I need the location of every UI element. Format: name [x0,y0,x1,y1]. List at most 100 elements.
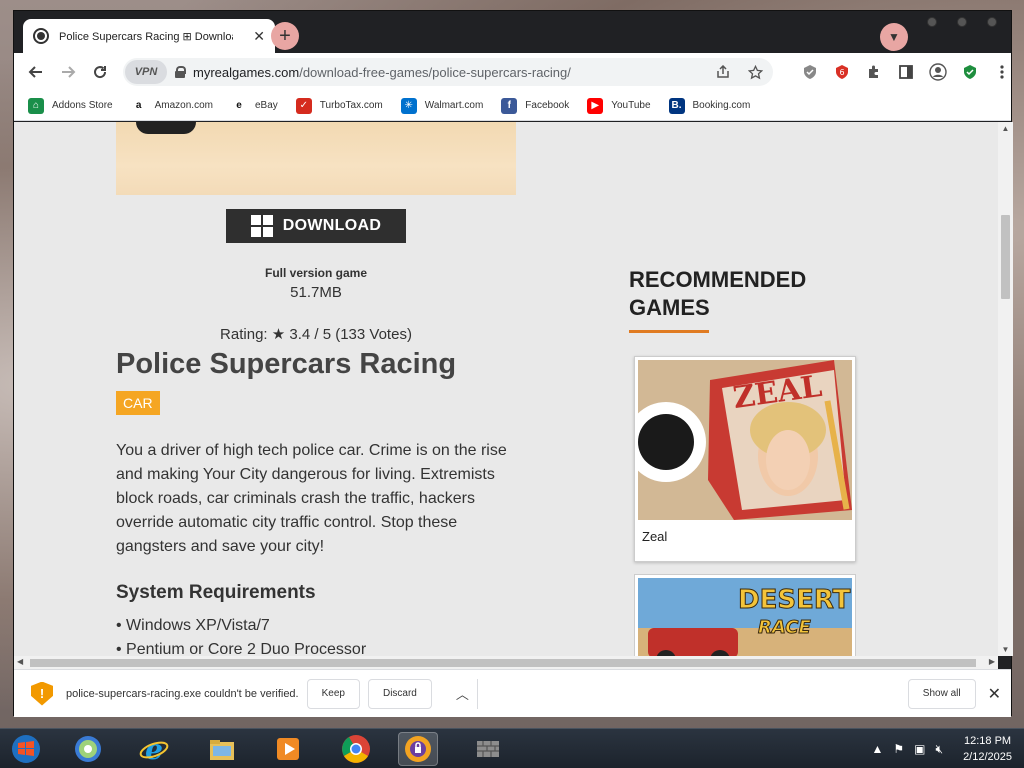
bookmark-label: Amazon.com [154,100,213,111]
reload-button[interactable] [84,56,116,88]
clock[interactable]: 12:18 PM 2/12/2025 [963,733,1012,765]
game-description: You a driver of high tech police car. Cr… [116,442,507,555]
media-center-icon[interactable] [268,732,308,766]
bookmark-label: Walmart.com [424,100,484,111]
recommended-game-name[interactable]: Zeal [642,529,667,544]
addons-icon: ⌂ [28,97,44,114]
side-panel-icon[interactable] [890,56,922,88]
keep-button[interactable]: Keep [306,678,360,709]
url-text[interactable]: myrealgames.com/download-free-games/poli… [193,65,571,80]
show-hidden-icons-icon[interactable]: ▲ [872,742,884,756]
amazon-icon: a [130,97,147,114]
desert-race-thumbnail[interactable]: DESERT RACE [638,578,852,656]
extension-shield-gray-icon[interactable] [794,56,826,88]
discard-button[interactable]: Discard [367,678,432,709]
new-tab-button[interactable]: + [271,22,299,50]
browser-menu-icon[interactable] [986,56,1018,88]
tab-close-icon[interactable]: ✕ [253,28,265,45]
network-icon[interactable]: ▣ [914,742,925,756]
forward-button[interactable] [52,56,84,88]
extension-badge-red-icon[interactable]: 6 [826,56,858,88]
horizontal-scrollbar[interactable]: ◀ ▶ [14,656,998,669]
bookmark-booking[interactable]: B. Booking.com [668,97,750,114]
bookmark-label: YouTube [611,100,651,111]
walmart-icon: ✳ [400,97,417,114]
vertical-scrollbar[interactable]: ▲ ▼ [998,122,1013,656]
system-requirements-list: • Windows XP/Vista/7 • Pentium or Core 2… [116,614,366,656]
profile-avatar-icon[interactable] [922,56,954,88]
share-icon[interactable] [709,56,737,88]
bookmark-addons[interactable]: ⌂ Addons Store [28,97,113,114]
file-size: 51.7MB [290,284,342,301]
download-button[interactable]: DOWNLOAD [226,209,406,243]
internet-explorer-icon[interactable]: e [134,732,174,766]
clock-date: 2/12/2025 [963,751,1012,763]
tab-title: Police Supercars Racing ⊞ Download Fre [59,30,233,43]
rating-text: Rating: ★ 3.4 / 5 (133 Votes) [220,326,412,343]
scroll-right-arrow-icon[interactable]: ▶ [989,657,995,666]
tab-search-button[interactable]: ▼ [880,23,908,51]
extensions-puzzle-icon[interactable] [858,56,890,88]
close-window-button[interactable] [987,17,997,27]
scroll-left-arrow-icon[interactable]: ◀ [17,657,23,666]
warning-shield-icon: ! [31,681,53,706]
system-requirements-heading: System Requirements [116,582,316,603]
youtube-icon: ▶ [587,97,604,114]
minimize-button[interactable] [927,17,937,27]
back-button[interactable] [20,56,52,88]
svg-text:6: 6 [839,68,844,77]
scroll-up-arrow-icon[interactable]: ▲ [998,124,1013,133]
download-label: DOWNLOAD [282,217,382,234]
sysreq-item: • Windows XP/Vista/7 [116,617,270,634]
lock-icon[interactable] [175,66,186,78]
start-button[interactable] [6,732,46,766]
sysreq-item: • Pentium or Core 2 Duo Processor [116,641,367,656]
file-explorer-icon[interactable] [202,732,242,766]
site-favicon-icon [33,28,49,44]
browser-tab-active[interactable]: Police Supercars Racing ⊞ Download Fre ✕ [23,19,275,53]
address-bar[interactable]: VPN myrealgames.com/download-free-games/… [123,58,773,86]
bookmark-star-icon[interactable] [741,56,769,88]
horizontal-scroll-thumb[interactable] [30,659,976,667]
bookmarks-bar: ⌂ Addons Store a Amazon.com e eBay ✓ TurboTax.c… [14,91,1011,121]
forward-arrow-icon [62,66,76,78]
download-shelf: ! police-supercars-racing.exe couldn't b… [14,669,1011,717]
scroll-down-arrow-icon[interactable]: ▼ [998,645,1013,654]
volume-muted-icon[interactable]: 🔇︎ [936,742,944,757]
close-download-bar-icon[interactable]: ✕ [988,684,1001,704]
chevron-up-icon[interactable]: ︿ [448,678,478,709]
media-player-icon[interactable] [68,732,108,766]
bookmark-turbotax[interactable]: ✓ TurboTax.com [295,97,383,114]
bookmark-youtube[interactable]: ▶ YouTube [587,97,651,114]
windows-taskbar: e ▲ ⚑ ▣ 🔇︎ 12:18 PM 2/12/2025 [0,728,1024,768]
action-center-flag-icon[interactable]: ⚑ [893,742,904,756]
page-viewport: DOWNLOAD Full version game 51.7MB Rating… [14,122,998,656]
recommended-games-heading: RECOMMENDED GAMES [629,267,807,320]
browser-toolbar: VPN myrealgames.com/download-free-games/… [14,53,1011,91]
bookmark-amazon[interactable]: a Amazon.com [130,97,213,114]
category-badge[interactable]: CAR [116,391,160,415]
zeal-thumbnail[interactable]: ZEAL [638,360,852,520]
bookmark-facebook[interactable]: f Facebook [501,97,569,114]
recommended-game-card[interactable]: DESERT RACE [634,574,856,656]
browser-window: Police Supercars Racing ⊞ Download Fre ✕… [13,10,1013,717]
vpn-browser-icon[interactable] [398,732,438,766]
url-host: myrealgames.com [193,64,300,80]
maximize-button[interactable] [957,17,967,27]
bookmark-walmart[interactable]: ✳ Walmart.com [400,97,484,114]
extension-shield-green-icon[interactable] [954,56,986,88]
tab-strip: Police Supercars Racing ⊞ Download Fre ✕… [14,11,1011,53]
bookmark-ebay[interactable]: e eBay [230,97,278,114]
bookmark-label: Addons Store [52,100,113,111]
show-all-button[interactable]: Show all [907,678,976,709]
facebook-icon: f [501,97,518,114]
chrome-icon[interactable] [336,732,376,766]
firewall-app-icon[interactable] [468,732,508,766]
bookmark-label: TurboTax.com [319,100,383,111]
svg-text:RACE: RACE [758,617,811,638]
game-hero-image [116,122,516,195]
window-controls [927,17,997,27]
vpn-badge[interactable]: VPN [125,60,167,84]
recommended-game-card[interactable]: ZEAL Zeal [634,356,856,562]
vertical-scroll-thumb[interactable] [1001,215,1010,299]
